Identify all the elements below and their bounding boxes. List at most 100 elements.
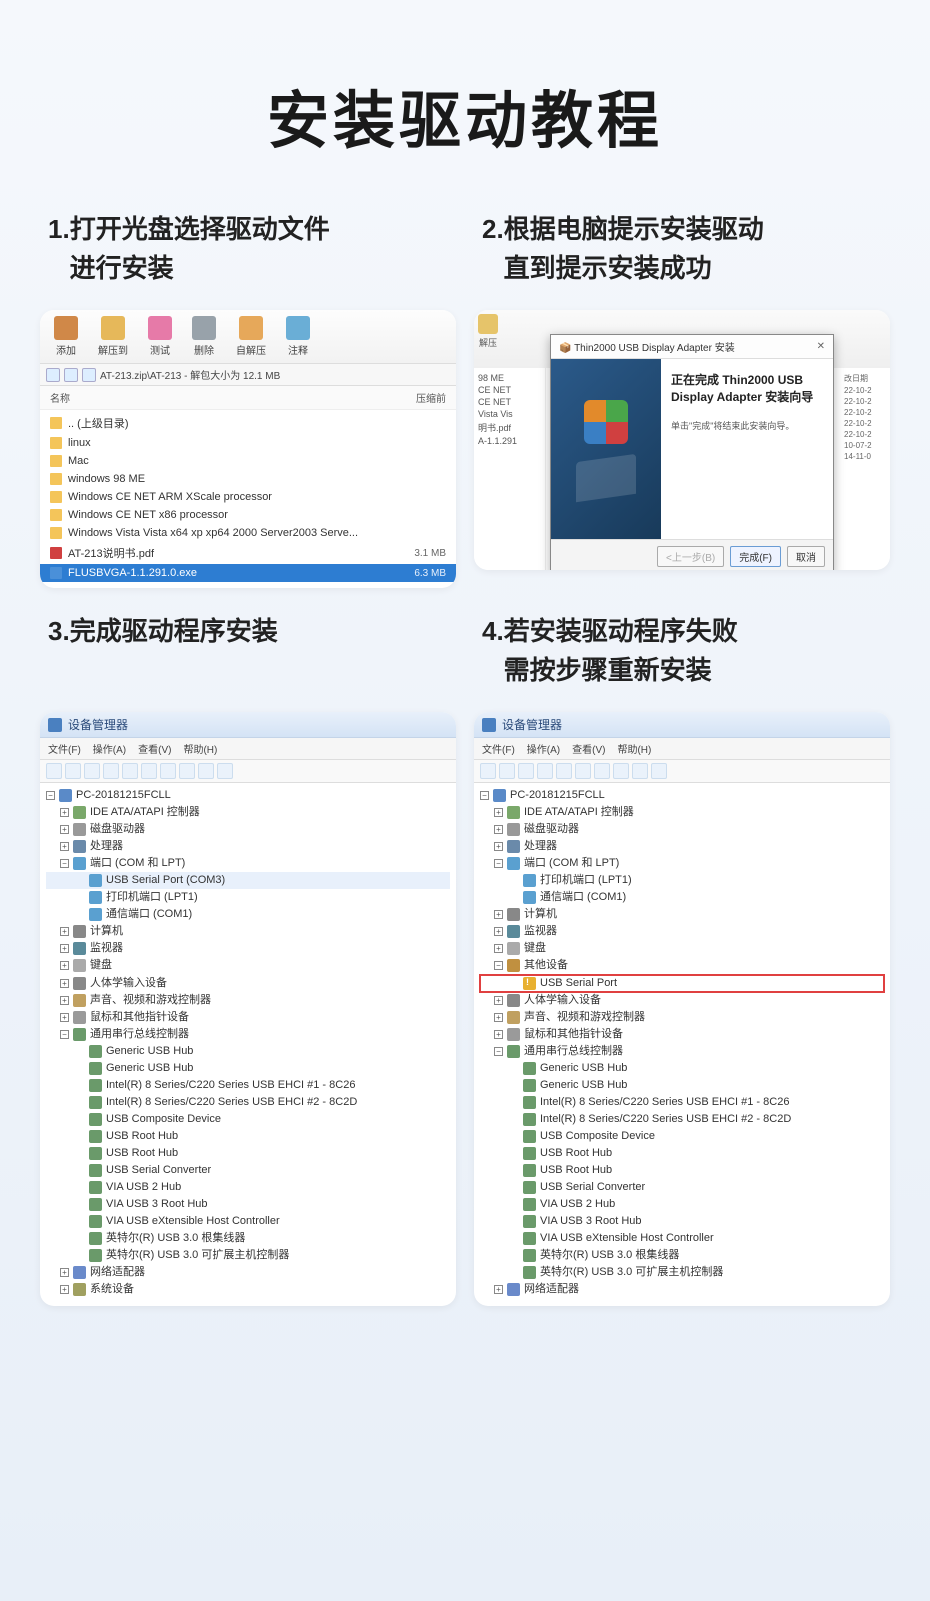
tree-node[interactable]: +监视器 xyxy=(46,940,450,957)
tree-node[interactable]: Intel(R) 8 Series/C220 Series USB EHCI #… xyxy=(46,1077,450,1094)
file-row[interactable]: .. (上级目录) xyxy=(40,412,456,434)
toolbar-icon[interactable] xyxy=(179,763,195,779)
tree-node[interactable]: +网络适配器 xyxy=(46,1264,450,1281)
toolbar-icon[interactable] xyxy=(46,763,62,779)
toolbar-注释[interactable]: 注释 xyxy=(278,314,318,359)
tree-node[interactable]: +磁盘驱动器 xyxy=(46,821,450,838)
nav-icon[interactable] xyxy=(46,368,60,382)
nav-icon[interactable] xyxy=(82,368,96,382)
tree-node[interactable]: +键盘 xyxy=(480,940,884,957)
toolbar-icon[interactable] xyxy=(65,763,81,779)
toolbar-icon[interactable] xyxy=(480,763,496,779)
tree-node[interactable]: −PC-20181215FCLL xyxy=(480,787,884,804)
tree-node[interactable]: −PC-20181215FCLL xyxy=(46,787,450,804)
tree-node[interactable]: Generic USB Hub xyxy=(46,1060,450,1077)
toolbar-自解压[interactable]: 自解压 xyxy=(228,314,274,359)
toolbar-icon[interactable] xyxy=(160,763,176,779)
tree-node[interactable]: +声音、视频和游戏控制器 xyxy=(480,1009,884,1026)
tree-node[interactable]: VIA USB 2 Hub xyxy=(46,1179,450,1196)
toolbar-icon[interactable] xyxy=(518,763,534,779)
tree-node[interactable]: 英特尔(R) USB 3.0 根集线器 xyxy=(480,1247,884,1264)
tree-node[interactable]: VIA USB eXtensible Host Controller xyxy=(46,1213,450,1230)
tree-node[interactable]: USB Composite Device xyxy=(480,1128,884,1145)
finish-button[interactable]: 完成(F) xyxy=(730,546,781,567)
file-row[interactable]: Windows Vista Vista x64 xp xp64 2000 Ser… xyxy=(40,524,456,542)
tree-node[interactable]: +磁盘驱动器 xyxy=(480,821,884,838)
toolbar-icon[interactable] xyxy=(499,763,515,779)
toolbar-icon[interactable] xyxy=(122,763,138,779)
menu-bar[interactable]: 文件(F)操作(A)查看(V)帮助(H) xyxy=(474,738,890,760)
close-icon[interactable]: ✕ xyxy=(817,341,825,352)
devmgr-toolbar[interactable] xyxy=(474,760,890,783)
tree-node[interactable]: VIA USB 3 Root Hub xyxy=(480,1213,884,1230)
toolbar-icon[interactable] xyxy=(613,763,629,779)
toolbar-icon[interactable] xyxy=(217,763,233,779)
tree-node[interactable]: +IDE ATA/ATAPI 控制器 xyxy=(480,804,884,821)
tree-node[interactable]: +鼠标和其他指针设备 xyxy=(480,1026,884,1043)
file-row[interactable]: Mac xyxy=(40,452,456,470)
toolbar-icon[interactable] xyxy=(575,763,591,779)
tree-node[interactable]: +IDE ATA/ATAPI 控制器 xyxy=(46,804,450,821)
toolbar-icon[interactable] xyxy=(537,763,553,779)
tree-node[interactable]: VIA USB eXtensible Host Controller xyxy=(480,1230,884,1247)
menu-bar[interactable]: 文件(F)操作(A)查看(V)帮助(H) xyxy=(40,738,456,760)
tree-node[interactable]: USB Composite Device xyxy=(46,1111,450,1128)
tree-node[interactable]: −其他设备 xyxy=(480,957,884,974)
file-row[interactable]: AT-213说明书.pdf3.1 MB xyxy=(40,542,456,564)
toolbar-icon[interactable] xyxy=(556,763,572,779)
tree-node[interactable]: 打印机端口 (LPT1) xyxy=(480,872,884,889)
file-row[interactable]: Windows CE NET ARM XScale processor xyxy=(40,488,456,506)
tree-node[interactable]: Generic USB Hub xyxy=(480,1060,884,1077)
toolbar-icon[interactable] xyxy=(198,763,214,779)
tree-node[interactable]: +鼠标和其他指针设备 xyxy=(46,1009,450,1026)
tree-node[interactable]: 通信端口 (COM1) xyxy=(46,906,450,923)
tree-node-warning[interactable]: USB Serial Port xyxy=(480,975,884,992)
toolbar-icon[interactable] xyxy=(103,763,119,779)
tree-node[interactable]: Generic USB Hub xyxy=(46,1043,450,1060)
tree-node[interactable]: VIA USB 2 Hub xyxy=(480,1196,884,1213)
nav-icon[interactable] xyxy=(64,368,78,382)
tree-node[interactable]: USB Root Hub xyxy=(46,1145,450,1162)
toolbar-删除[interactable]: 删除 xyxy=(184,314,224,359)
tree-node[interactable]: +人体学输入设备 xyxy=(480,992,884,1009)
file-row[interactable]: Windows CE NET x86 processor xyxy=(40,506,456,524)
tree-node[interactable]: 英特尔(R) USB 3.0 根集线器 xyxy=(46,1230,450,1247)
tree-node[interactable]: −通用串行总线控制器 xyxy=(480,1043,884,1060)
file-row[interactable]: windows 98 ME xyxy=(40,470,456,488)
tree-node[interactable]: VIA USB 3 Root Hub xyxy=(46,1196,450,1213)
tree-node[interactable]: Intel(R) 8 Series/C220 Series USB EHCI #… xyxy=(480,1094,884,1111)
toolbar-icon[interactable] xyxy=(594,763,610,779)
toolbar-icon[interactable] xyxy=(141,763,157,779)
tree-node[interactable]: +计算机 xyxy=(46,923,450,940)
tree-node[interactable]: +监视器 xyxy=(480,923,884,940)
tree-node[interactable]: USB Serial Converter xyxy=(480,1179,884,1196)
cancel-button[interactable]: 取消 xyxy=(787,546,825,567)
tree-node[interactable]: USB Root Hub xyxy=(46,1128,450,1145)
file-row[interactable]: linux xyxy=(40,434,456,452)
tree-node[interactable]: +网络适配器 xyxy=(480,1281,884,1298)
tree-node[interactable]: Generic USB Hub xyxy=(480,1077,884,1094)
tree-node[interactable]: +人体学输入设备 xyxy=(46,975,450,992)
tree-node[interactable]: 英特尔(R) USB 3.0 可扩展主机控制器 xyxy=(46,1247,450,1264)
tree-node[interactable]: −通用串行总线控制器 xyxy=(46,1026,450,1043)
tree-node[interactable]: 英特尔(R) USB 3.0 可扩展主机控制器 xyxy=(480,1264,884,1281)
address-bar[interactable]: AT-213.zip\AT-213 - 解包大小为 12.1 MB xyxy=(40,364,456,386)
tree-node[interactable]: 通信端口 (COM1) xyxy=(480,889,884,906)
devmgr-toolbar[interactable] xyxy=(40,760,456,783)
toolbar-icon[interactable] xyxy=(632,763,648,779)
tree-node[interactable]: +系统设备 xyxy=(46,1281,450,1298)
toolbar-测试[interactable]: 测试 xyxy=(140,314,180,359)
tree-node[interactable]: +计算机 xyxy=(480,906,884,923)
tree-node[interactable]: −端口 (COM 和 LPT) xyxy=(480,855,884,872)
tree-node[interactable]: USB Serial Converter xyxy=(46,1162,450,1179)
tree-node[interactable]: USB Root Hub xyxy=(480,1145,884,1162)
tree-node[interactable]: USB Root Hub xyxy=(480,1162,884,1179)
toolbar-icon[interactable] xyxy=(651,763,667,779)
tree-node[interactable]: 打印机端口 (LPT1) xyxy=(46,889,450,906)
toolbar-icon[interactable] xyxy=(84,763,100,779)
tree-node[interactable]: +键盘 xyxy=(46,957,450,974)
tree-node[interactable]: +处理器 xyxy=(480,838,884,855)
tree-node[interactable]: Intel(R) 8 Series/C220 Series USB EHCI #… xyxy=(46,1094,450,1111)
tree-node[interactable]: +声音、视频和游戏控制器 xyxy=(46,992,450,1009)
tree-node[interactable]: Intel(R) 8 Series/C220 Series USB EHCI #… xyxy=(480,1111,884,1128)
